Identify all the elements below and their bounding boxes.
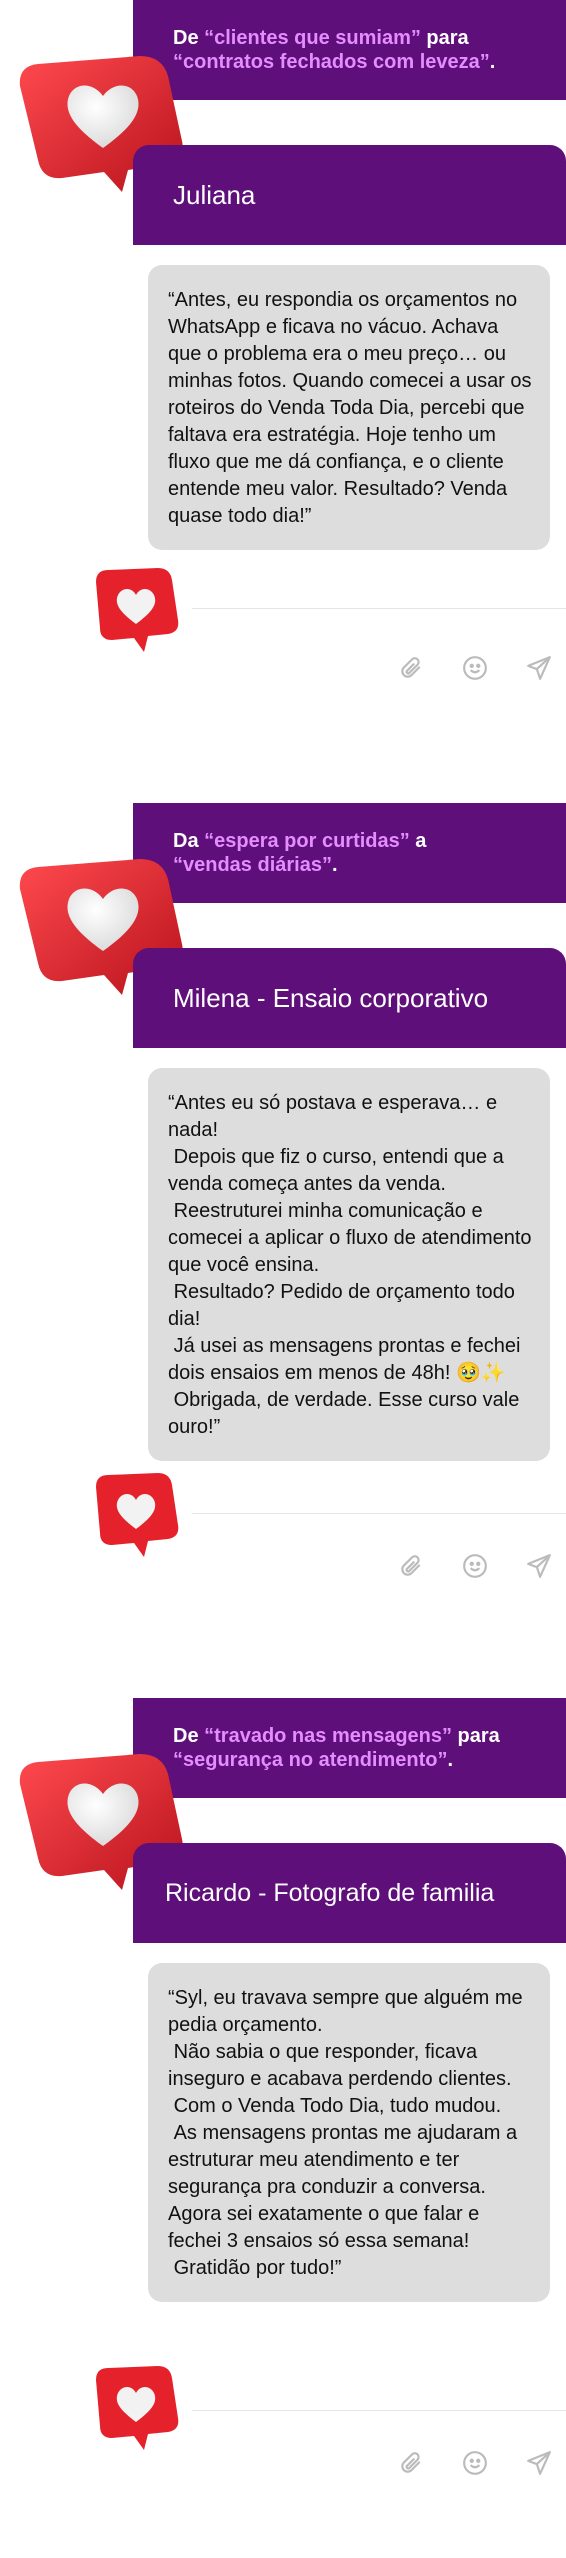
message-toolbar <box>395 1546 555 1586</box>
testimonial-quote: “Antes, eu respondia os orçamentos no Wh… <box>148 265 550 550</box>
like-heart-icon <box>96 568 179 652</box>
emoji-icon[interactable] <box>459 652 491 684</box>
like-heart-icon <box>96 1473 179 1557</box>
testimonial-quote: “Syl, eu travava sempre que alguém me pe… <box>148 1963 550 2302</box>
testimonial-card: De “travado nas mensagens” para “seguran… <box>0 1698 566 2558</box>
emoji-icon[interactable] <box>459 1550 491 1582</box>
customer-name: Ricardo - Fotografo de familia <box>133 1843 566 1943</box>
message-toolbar <box>395 2443 555 2483</box>
send-icon[interactable] <box>523 1550 555 1582</box>
customer-name: Juliana <box>133 145 566 245</box>
paperclip-icon[interactable] <box>395 1550 427 1582</box>
divider <box>192 2410 566 2411</box>
like-heart-icon <box>96 2366 179 2450</box>
send-icon[interactable] <box>523 652 555 684</box>
testimonial-quote: “Antes eu só postava e esperava… e nada!… <box>148 1068 550 1461</box>
divider <box>192 608 566 609</box>
paperclip-icon[interactable] <box>395 652 427 684</box>
divider <box>192 1513 566 1514</box>
testimonial-card: Da “espera por curtidas” a “vendas diári… <box>0 803 566 1653</box>
paperclip-icon[interactable] <box>395 2447 427 2479</box>
testimonial-card: De “clientes que sumiam” para “contratos… <box>0 0 566 720</box>
customer-name: Milena - Ensaio corporativo <box>133 948 566 1048</box>
message-toolbar <box>395 648 555 688</box>
emoji-icon[interactable] <box>459 2447 491 2479</box>
send-icon[interactable] <box>523 2447 555 2479</box>
